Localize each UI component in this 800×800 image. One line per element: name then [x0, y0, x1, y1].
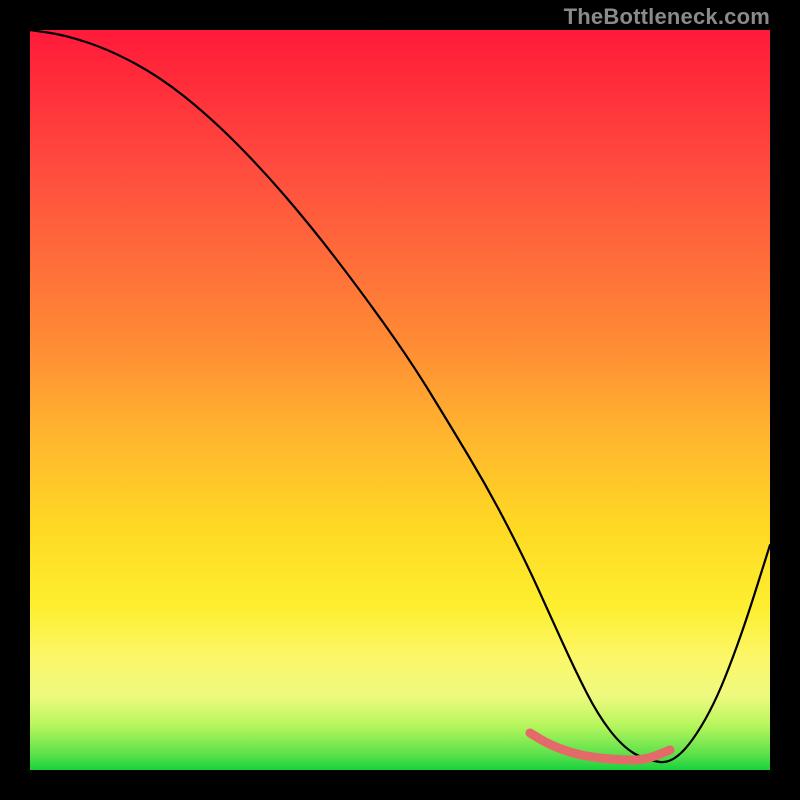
chart-frame: TheBottleneck.com [0, 0, 800, 800]
bottleneck-curve [30, 30, 770, 762]
line-chart-svg [30, 30, 770, 770]
plot-area [30, 30, 770, 770]
bottom-highlight-segment [530, 733, 670, 760]
watermark-text: TheBottleneck.com [564, 4, 770, 30]
